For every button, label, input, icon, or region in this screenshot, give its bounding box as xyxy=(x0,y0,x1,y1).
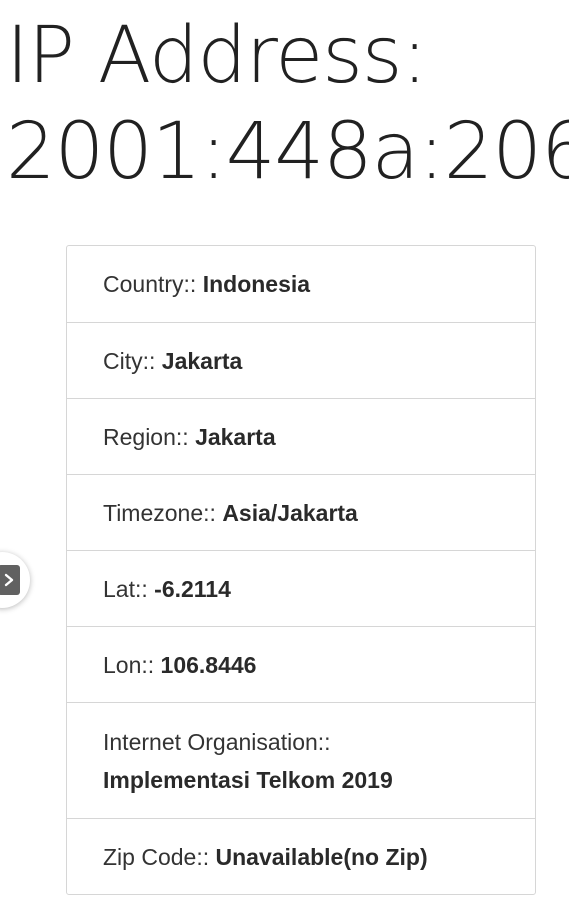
info-label: Region:: xyxy=(103,423,196,450)
info-value: Asia/Jakarta xyxy=(222,499,358,526)
info-value: 106.8446 xyxy=(160,651,257,678)
page: IP Address: 2001:448a:206 Country:: Indo… xyxy=(0,0,569,914)
info-label: Internet Organisation:: xyxy=(103,728,337,755)
info-label: Timezone:: xyxy=(103,499,223,526)
info-item-country: Country:: Indonesia xyxy=(67,246,535,322)
info-item-city: City:: Jakarta xyxy=(67,322,535,398)
info-value: Implementasi Telkom 2019 xyxy=(103,766,393,793)
info-item-zip-code: Zip Code:: Unavailable(no Zip) xyxy=(67,818,535,894)
ip-address-label: IP Address: xyxy=(6,11,428,101)
ip-address-heading: IP Address: 2001:448a:206 xyxy=(6,8,569,200)
info-value: Indonesia xyxy=(202,271,311,297)
info-value: Jakarta xyxy=(161,347,243,374)
ip-info-list: Country:: Indonesia City:: Jakarta Regio… xyxy=(66,245,536,895)
side-panel-toggle-button[interactable] xyxy=(0,552,30,608)
info-value: -6.2114 xyxy=(154,575,231,602)
info-item-lat: Lat:: -6.2114 xyxy=(67,550,535,626)
info-item-region: Region:: Jakarta xyxy=(67,398,535,474)
ip-address-value: 2001:448a:206 xyxy=(6,107,569,197)
info-value: Jakarta xyxy=(195,423,276,450)
info-label: Zip Code:: xyxy=(103,843,216,870)
info-value: Unavailable(no Zip) xyxy=(215,843,428,870)
info-item-timezone: Timezone:: Asia/Jakarta xyxy=(67,474,535,550)
info-label: Lat:: xyxy=(103,575,155,602)
info-label: Lon:: xyxy=(103,651,161,678)
info-label: Country:: xyxy=(103,271,203,297)
chevron-right-icon xyxy=(0,565,20,595)
info-item-lon: Lon:: 106.8446 xyxy=(67,626,535,702)
info-item-internet-organisation: Internet Organisation:: Implementasi Tel… xyxy=(67,702,535,818)
info-label: City:: xyxy=(103,347,162,374)
